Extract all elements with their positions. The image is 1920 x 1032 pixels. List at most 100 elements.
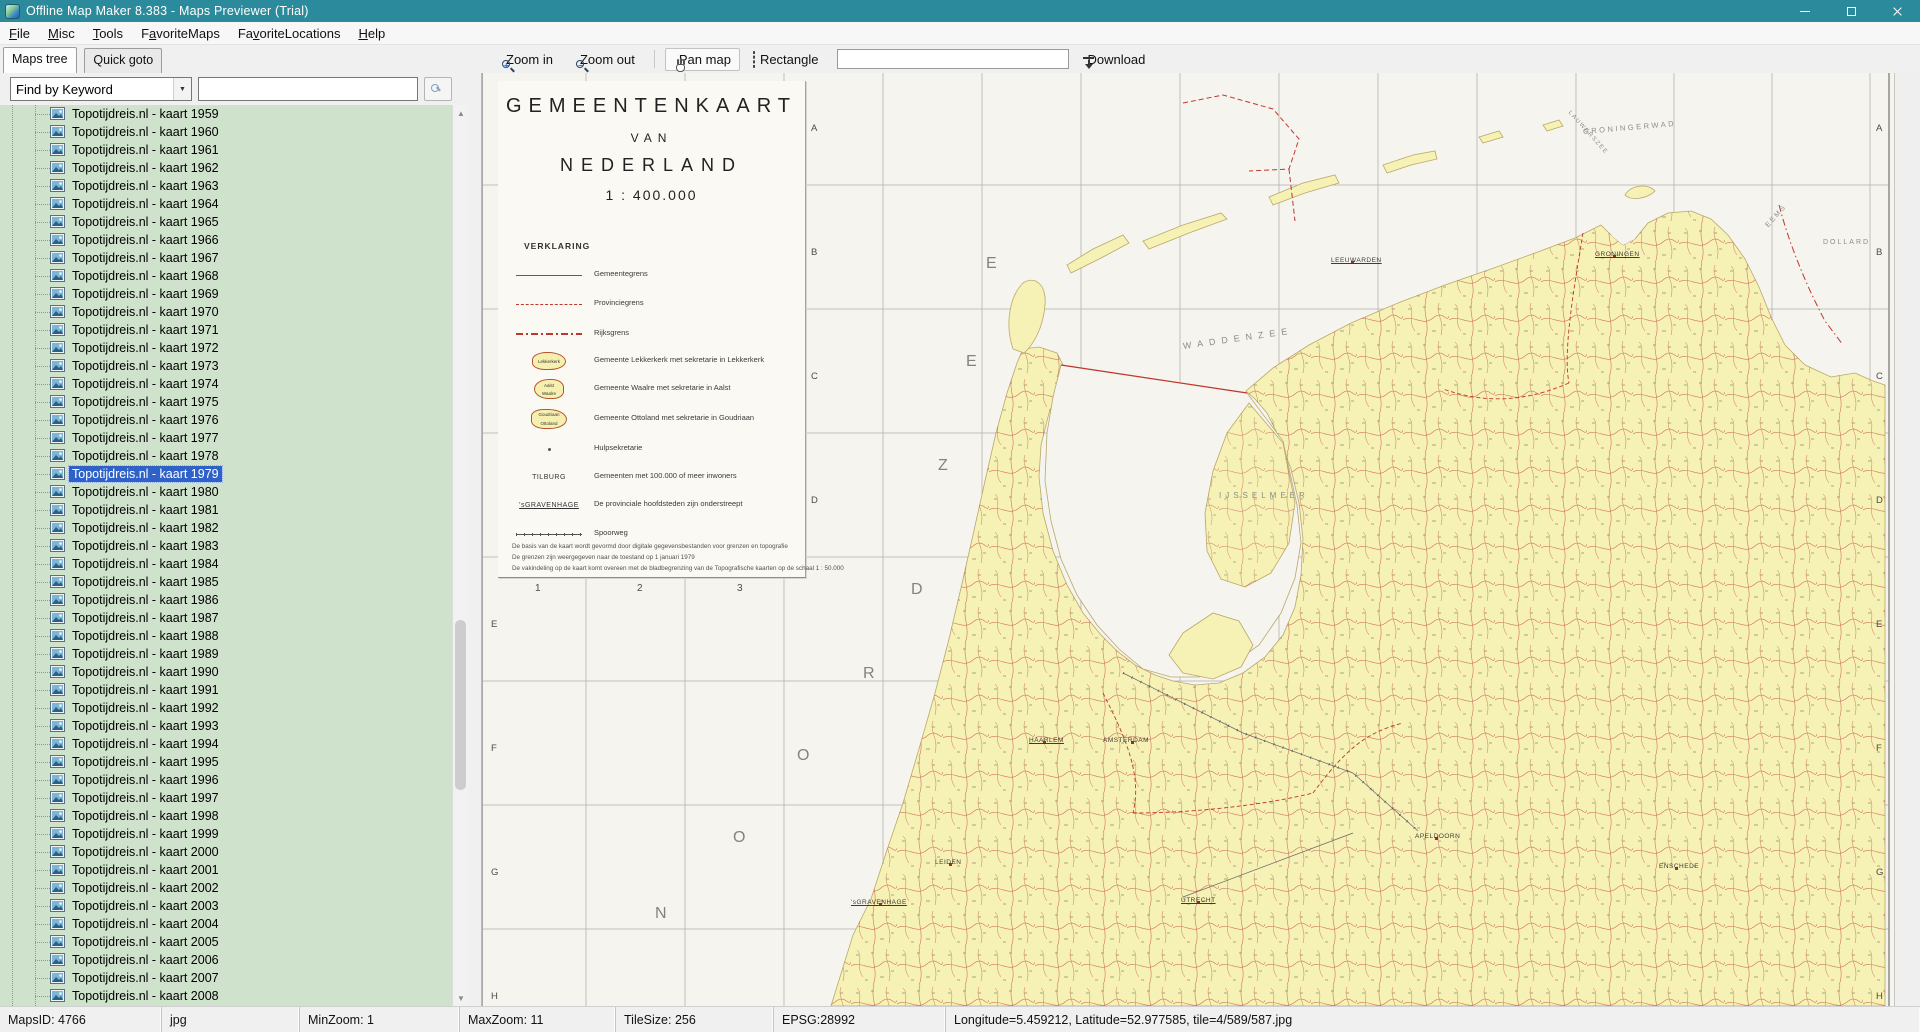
tree-item[interactable]: Topotijdreis.nl - kaart 1987 (0, 609, 452, 627)
rectangle-button[interactable]: Rectangle (744, 48, 828, 71)
tree-item[interactable]: Topotijdreis.nl - kaart 1963 (0, 177, 452, 195)
tree-item[interactable]: Topotijdreis.nl - kaart 1994 (0, 735, 452, 753)
tree-item[interactable]: Topotijdreis.nl - kaart 1969 (0, 285, 452, 303)
sidebar-splitter[interactable] (468, 73, 482, 1006)
tree-item[interactable]: Topotijdreis.nl - kaart 2003 (0, 897, 452, 915)
tree-item[interactable]: Topotijdreis.nl - kaart 1970 (0, 303, 452, 321)
tree-item[interactable]: Topotijdreis.nl - kaart 1962 (0, 159, 452, 177)
map-thumbnail-icon (50, 557, 65, 570)
find-by-combobox[interactable]: Find by Keyword ▼ (10, 77, 192, 101)
tree-item-label: Topotijdreis.nl - kaart 1966 (69, 232, 222, 248)
tree-item[interactable]: Topotijdreis.nl - kaart 2000 (0, 843, 452, 861)
tree-item[interactable]: Topotijdreis.nl - kaart 1978 (0, 447, 452, 465)
maximize-button[interactable] (1828, 0, 1874, 22)
tree-item[interactable]: Topotijdreis.nl - kaart 1986 (0, 591, 452, 609)
keyword-input[interactable] (198, 77, 418, 101)
tree-item[interactable]: Topotijdreis.nl - kaart 1988 (0, 627, 452, 645)
tree-item[interactable]: Topotijdreis.nl - kaart 1965 (0, 213, 452, 231)
menu-favoritemaps[interactable]: FavoriteMaps (132, 23, 229, 44)
tree-item[interactable]: Topotijdreis.nl - kaart 1966 (0, 231, 452, 249)
tree-item[interactable]: Topotijdreis.nl - kaart 1984 (0, 555, 452, 573)
download-button[interactable]: Download (1073, 48, 1154, 71)
tree-item[interactable]: Topotijdreis.nl - kaart 1977 (0, 429, 452, 447)
tree-item[interactable]: Topotijdreis.nl - kaart 1985 (0, 573, 452, 591)
tree-item[interactable]: Topotijdreis.nl - kaart 1967 (0, 249, 452, 267)
tree-item[interactable]: Topotijdreis.nl - kaart 1983 (0, 537, 452, 555)
search-button[interactable] (424, 77, 452, 101)
map-thumbnail-icon (50, 233, 65, 246)
chevron-down-icon[interactable]: ▼ (173, 78, 191, 100)
tree-item[interactable]: Topotijdreis.nl - kaart 2005 (0, 933, 452, 951)
tree-item[interactable]: Topotijdreis.nl - kaart 1980 (0, 483, 452, 501)
map-thumbnail-icon (50, 503, 65, 516)
tree-item[interactable]: Topotijdreis.nl - kaart 1993 (0, 717, 452, 735)
zoom-in-button[interactable]: +Zoom in (492, 48, 562, 71)
scroll-down-icon[interactable]: ▼ (453, 990, 469, 1006)
tree-item[interactable]: Topotijdreis.nl - kaart 1971 (0, 321, 452, 339)
tree-item[interactable]: Topotijdreis.nl - kaart 1959 (0, 105, 452, 123)
tree-item[interactable]: Topotijdreis.nl - kaart 2008 (0, 987, 452, 1005)
tree-scrollbar[interactable]: ▲ ▼ (452, 105, 468, 1006)
tree-connector (35, 132, 50, 133)
tree-item[interactable]: Topotijdreis.nl - kaart 1998 (0, 807, 452, 825)
sea-letter: O (733, 829, 747, 847)
close-button[interactable] (1874, 0, 1920, 22)
tree-item[interactable]: Topotijdreis.nl - kaart 1982 (0, 519, 452, 537)
status-bar: MapsID: 4766jpgMinZoom: 1MaxZoom: 11Tile… (0, 1006, 1920, 1032)
tree-item[interactable]: Topotijdreis.nl - kaart 1992 (0, 699, 452, 717)
menu-help[interactable]: Help (349, 23, 394, 44)
legend-entry-label: Gemeente Ottoland met sekretarie in Goud… (594, 413, 754, 422)
search-icon (432, 85, 445, 93)
tree-item[interactable]: Topotijdreis.nl - kaart 1972 (0, 339, 452, 357)
tree-item-label: Topotijdreis.nl - kaart 1979 (69, 466, 222, 482)
menu-file[interactable]: File (0, 23, 39, 44)
legend-symbol (510, 322, 588, 346)
menu-tools[interactable]: Tools (84, 23, 132, 44)
minimize-button[interactable] (1782, 0, 1828, 22)
legend-symbol: TILBURG (510, 465, 588, 489)
menu-favoritelocations[interactable]: FavoriteLocations (229, 23, 350, 44)
tree-item[interactable]: Topotijdreis.nl - kaart 2002 (0, 879, 452, 897)
tree-item[interactable]: Topotijdreis.nl - kaart 1974 (0, 375, 452, 393)
tree-item[interactable]: Topotijdreis.nl - kaart 1995 (0, 753, 452, 771)
tree-item[interactable]: Topotijdreis.nl - kaart 2004 (0, 915, 452, 933)
pan-map-button[interactable]: Pan map (665, 48, 740, 71)
menu-misc[interactable]: Misc (39, 23, 84, 44)
tab-quick-goto[interactable]: Quick goto (84, 48, 162, 73)
tree-item-selected[interactable]: Topotijdreis.nl - kaart 1979 (0, 465, 452, 483)
map-scroll-gutter[interactable] (1894, 73, 1920, 1006)
tree-connector (35, 258, 50, 259)
tree-item[interactable]: Topotijdreis.nl - kaart 1960 (0, 123, 452, 141)
tree-item[interactable]: Topotijdreis.nl - kaart 1996 (0, 771, 452, 789)
toolbar-input[interactable] (837, 49, 1069, 69)
tree-item[interactable]: Topotijdreis.nl - kaart 1976 (0, 411, 452, 429)
tree-item[interactable]: Topotijdreis.nl - kaart 1991 (0, 681, 452, 699)
tree-item[interactable]: Topotijdreis.nl - kaart 1990 (0, 663, 452, 681)
tree-connector (35, 312, 50, 313)
tree-item[interactable]: Topotijdreis.nl - kaart 2001 (0, 861, 452, 879)
tree-item[interactable]: Topotijdreis.nl - kaart 2006 (0, 951, 452, 969)
tab-maps-tree[interactable]: Maps tree (3, 47, 77, 73)
tree-item[interactable]: Topotijdreis.nl - kaart 1997 (0, 789, 452, 807)
tree-item[interactable]: Topotijdreis.nl - kaart 1964 (0, 195, 452, 213)
tree-item-label: Topotijdreis.nl - kaart 1970 (69, 304, 222, 320)
tree-item-label: Topotijdreis.nl - kaart 1975 (69, 394, 222, 410)
tree-item[interactable]: Topotijdreis.nl - kaart 1968 (0, 267, 452, 285)
legend-title-nederland: NEDERLAND (498, 155, 805, 176)
tree-item[interactable]: Topotijdreis.nl - kaart 1961 (0, 141, 452, 159)
tree-item-label: Topotijdreis.nl - kaart 1993 (69, 718, 222, 734)
tree-scrollbar-thumb[interactable] (455, 620, 466, 790)
tree-item[interactable]: Topotijdreis.nl - kaart 2007 (0, 969, 452, 987)
tree-item-label: Topotijdreis.nl - kaart 1963 (69, 178, 222, 194)
tree-item-label: Topotijdreis.nl - kaart 1960 (69, 124, 222, 140)
tree-item[interactable]: Topotijdreis.nl - kaart 1989 (0, 645, 452, 663)
map-viewport[interactable]: AABBCCDDEEFFGGHH123 NOORDZEEGRONINGERWAD… (482, 73, 1920, 1006)
scroll-up-icon[interactable]: ▲ (453, 105, 469, 121)
tree-item[interactable]: Topotijdreis.nl - kaart 1975 (0, 393, 452, 411)
legend-scale: 1 : 400.000 (498, 187, 805, 203)
app-globe-icon (5, 4, 20, 19)
tree-item[interactable]: Topotijdreis.nl - kaart 1999 (0, 825, 452, 843)
zoom-out-button[interactable]: −Zoom out (566, 48, 644, 71)
tree-item[interactable]: Topotijdreis.nl - kaart 1981 (0, 501, 452, 519)
tree-item[interactable]: Topotijdreis.nl - kaart 1973 (0, 357, 452, 375)
